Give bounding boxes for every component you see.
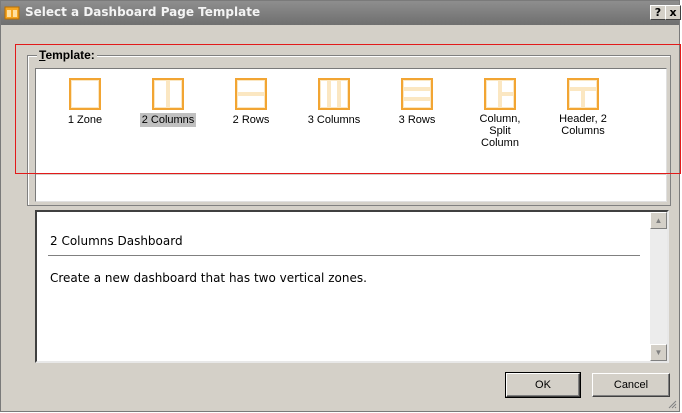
template-label: 2 Rows — [232, 114, 270, 126]
template-label: Column, Split Column — [479, 113, 521, 149]
dashboard-app-icon — [4, 6, 20, 20]
template-item-1-zone[interactable]: 1 Zone — [40, 78, 130, 128]
two-rows-layout-icon — [235, 78, 267, 110]
template-item-3-columns[interactable]: 3 Columns — [289, 78, 379, 128]
header-two-columns-layout-icon — [567, 78, 599, 110]
window-title: Select a Dashboard Page Template — [25, 5, 261, 19]
three-columns-layout-icon — [318, 78, 350, 110]
template-label: 3 Columns — [307, 114, 361, 126]
template-item-column-split-column[interactable]: Column, Split Column — [455, 78, 545, 151]
description-text: Create a new dashboard that has two vert… — [50, 271, 367, 285]
three-rows-layout-icon — [401, 78, 433, 110]
template-group-label: Template: — [37, 48, 97, 62]
one-zone-layout-icon — [69, 78, 101, 110]
two-columns-layout-icon — [152, 78, 184, 110]
description-scrollbar[interactable]: ▲ ▼ — [650, 212, 667, 361]
template-label: Header, 2 Columns — [559, 113, 607, 137]
template-label: 1 Zone — [67, 114, 103, 126]
template-label: 2 Columns — [139, 113, 197, 127]
description-panel[interactable]: 2 Columns Dashboard Create a new dashboa… — [35, 210, 669, 363]
cancel-button[interactable]: Cancel — [592, 373, 670, 397]
resize-grip-icon[interactable] — [667, 399, 677, 409]
template-list[interactable]: 1 Zone 2 Columns 2 Rows 3 Columns 3 Rows… — [35, 68, 667, 202]
scroll-down-arrow-icon[interactable]: ▼ — [650, 344, 667, 361]
dialog-window: Select a Dashboard Page Template ? x Tem… — [0, 0, 681, 412]
scroll-up-arrow-icon[interactable]: ▲ — [650, 212, 667, 229]
template-item-3-rows[interactable]: 3 Rows — [372, 78, 462, 128]
title-bar[interactable]: Select a Dashboard Page Template ? x — [1, 1, 681, 25]
column-split-column-layout-icon — [484, 78, 516, 110]
template-item-2-columns[interactable]: 2 Columns — [123, 78, 213, 128]
help-button[interactable]: ? — [650, 5, 666, 20]
ok-button[interactable]: OK — [505, 372, 581, 398]
description-title: 2 Columns Dashboard — [50, 234, 183, 248]
template-item-header-2-columns[interactable]: Header, 2 Columns — [538, 78, 628, 139]
description-divider — [48, 255, 640, 256]
template-item-2-rows[interactable]: 2 Rows — [206, 78, 296, 128]
close-button[interactable]: x — [665, 5, 681, 20]
template-label: 3 Rows — [398, 114, 436, 126]
